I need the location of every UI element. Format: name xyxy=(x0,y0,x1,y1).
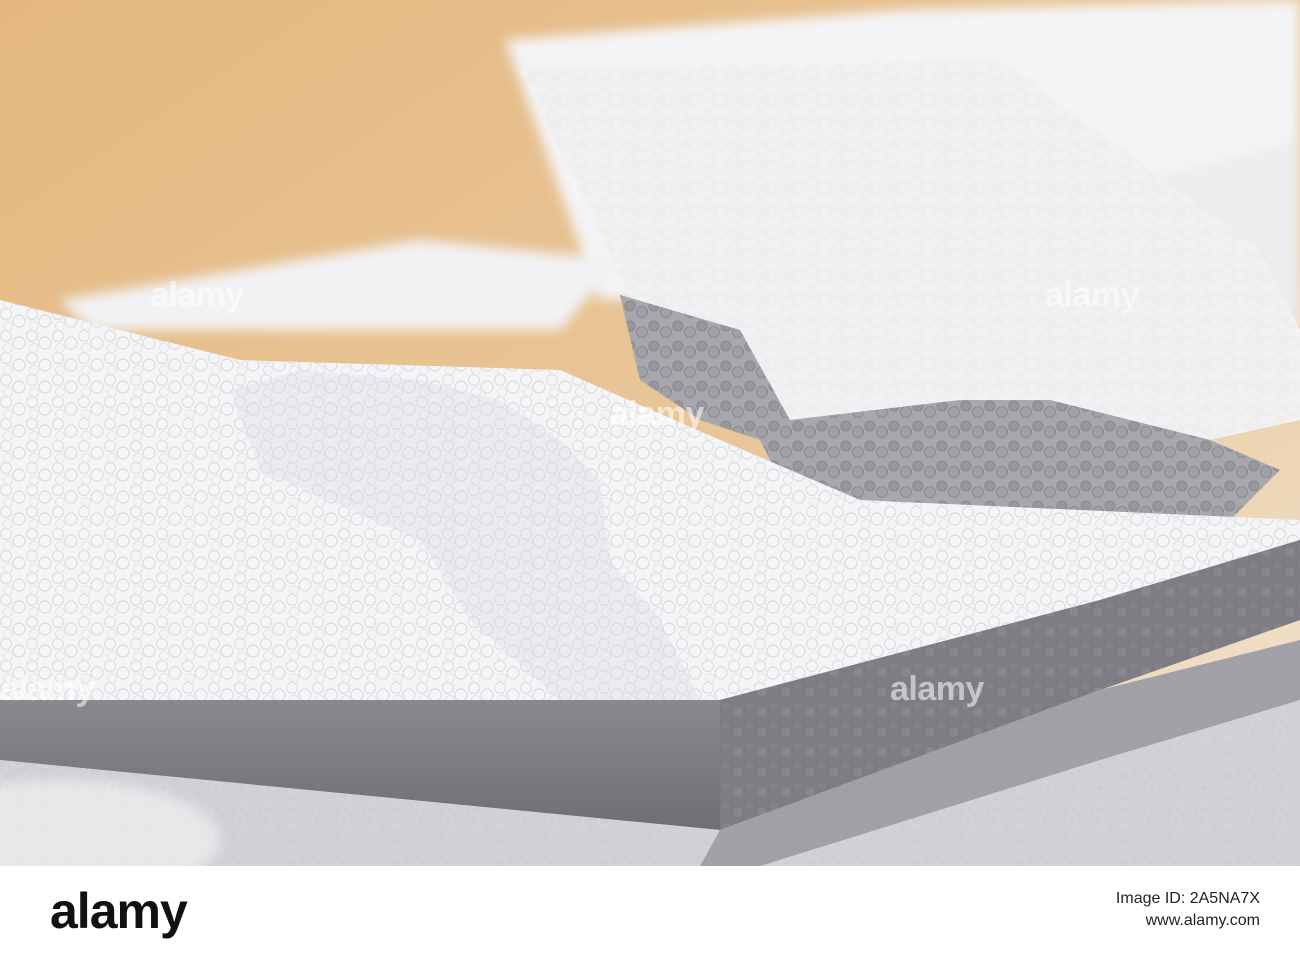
watermark-text: alamy xyxy=(0,670,94,708)
brand-logo[interactable]: alamy xyxy=(50,882,188,940)
site-url[interactable]: www.alamy.com xyxy=(1116,912,1260,930)
watermark-text: alamy xyxy=(890,670,984,708)
watermark-text: alamy xyxy=(610,395,704,433)
image-id: Image ID: 2A5NA7X xyxy=(1115,890,1260,907)
stock-photo: alamy alamy alamy alamy alamy xyxy=(0,0,1300,866)
watermark-text: alamy xyxy=(150,276,244,314)
watermark-text: alamy xyxy=(1045,276,1139,314)
image-meta: Image ID: 2A5NA7X www.alamy.com xyxy=(1116,890,1260,930)
stock-footer: alamy Image ID: 2A5NA7X www.alamy.com xyxy=(0,866,1300,955)
